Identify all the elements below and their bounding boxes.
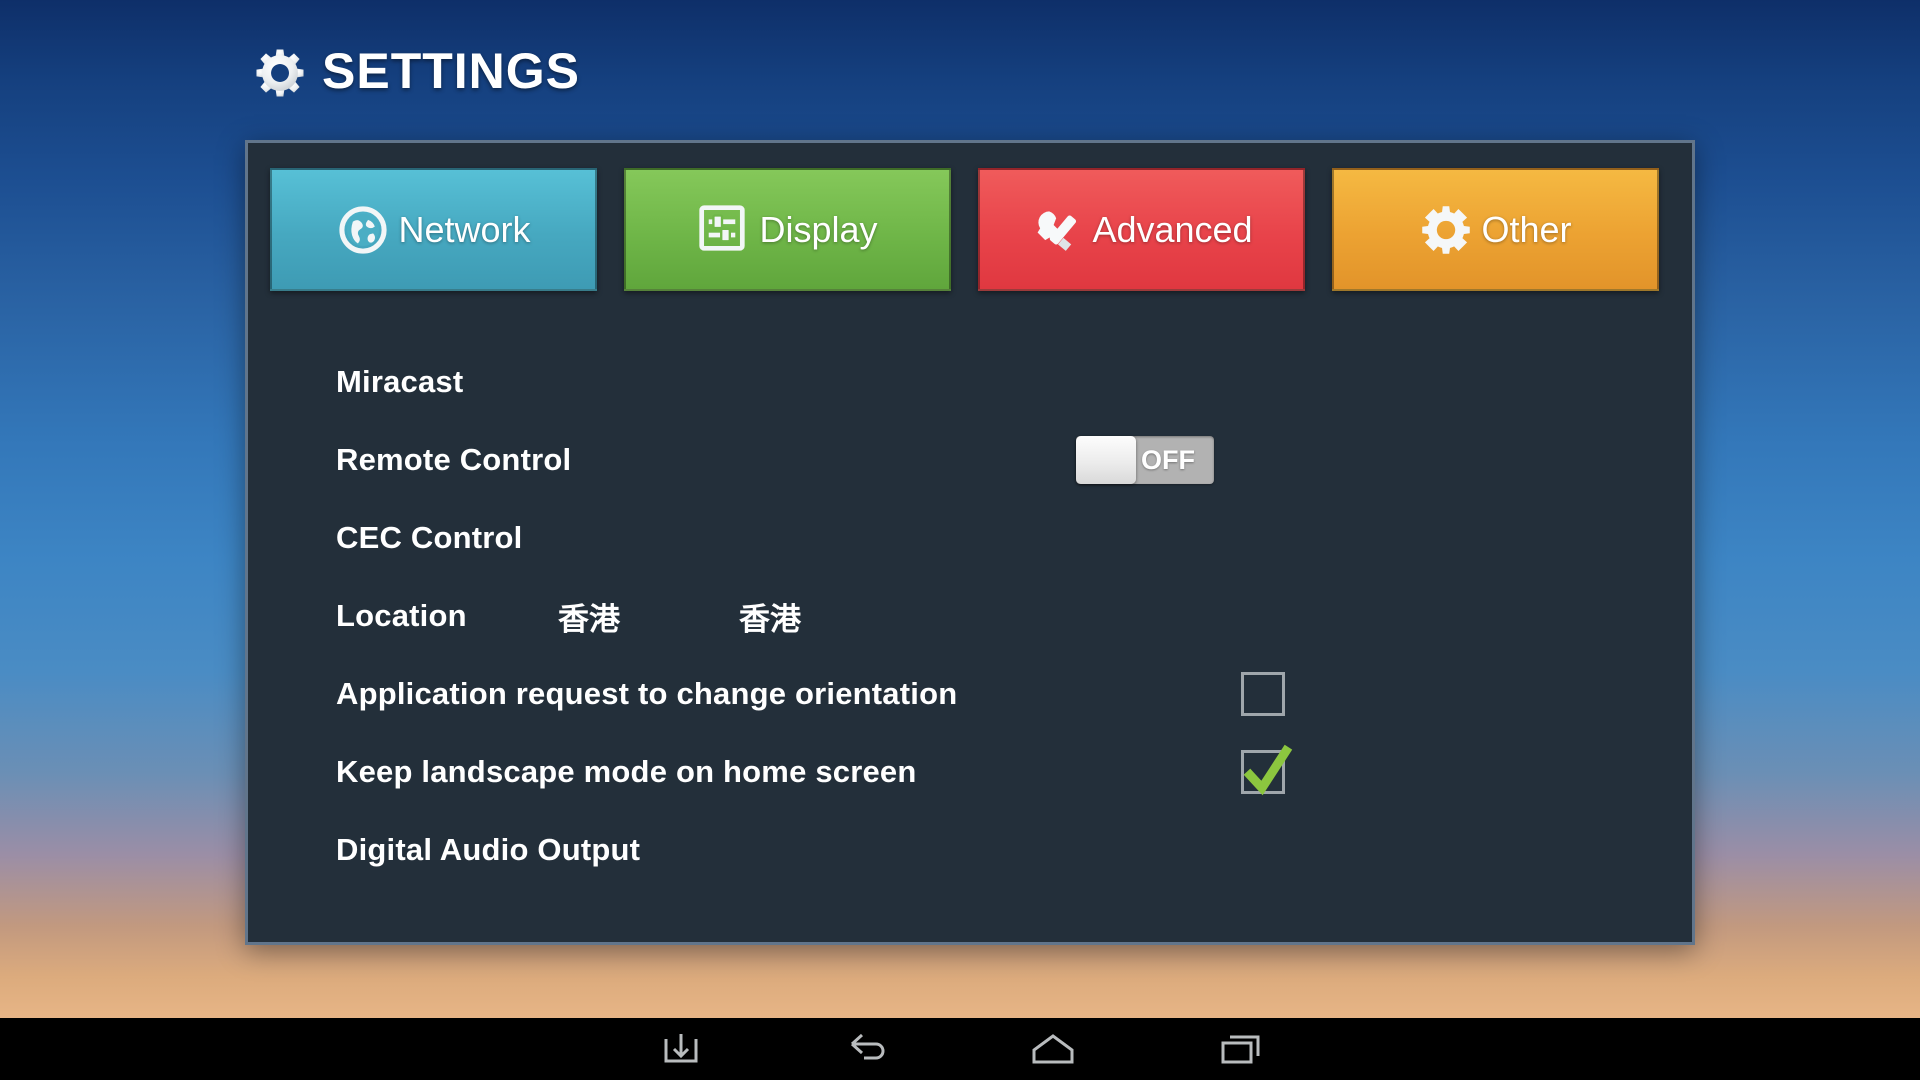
tab-other[interactable]: Other: [1332, 168, 1659, 291]
setting-row-remote-control[interactable]: Remote Control OFF: [336, 421, 1626, 499]
tab-advanced-label: Advanced: [1092, 208, 1253, 250]
setting-row-keep-landscape[interactable]: Keep landscape mode on home screen: [336, 733, 1626, 811]
screen-root: SETTINGS Network Display Advanced Other …: [0, 0, 1920, 1080]
setting-label-miracast: Miracast: [336, 364, 464, 399]
remote-control-toggle[interactable]: OFF: [1076, 436, 1214, 484]
sliders-icon: [697, 203, 751, 257]
checkmark-icon: [1243, 744, 1293, 796]
setting-label-cec-control: CEC Control: [336, 520, 523, 555]
setting-row-digital-audio-output[interactable]: Digital Audio Output: [336, 811, 1626, 889]
location-value-secondary[interactable]: 香港: [739, 594, 801, 639]
setting-label-keep-landscape: Keep landscape mode on home screen: [336, 754, 917, 789]
setting-label-app-orientation: Application request to change orientatio…: [336, 676, 958, 711]
app-orientation-checkbox[interactable]: [1241, 672, 1285, 716]
keep-landscape-checkbox[interactable]: [1241, 744, 1293, 796]
setting-row-miracast[interactable]: Miracast: [336, 343, 1626, 421]
setting-row-app-orientation[interactable]: Application request to change orientatio…: [336, 655, 1626, 733]
wrench-screwdriver-icon: [1030, 203, 1084, 257]
tab-display[interactable]: Display: [624, 168, 951, 291]
location-value-primary[interactable]: 香港: [558, 594, 620, 639]
setting-label-location: Location: [336, 598, 467, 633]
tab-advanced[interactable]: Advanced: [978, 168, 1305, 291]
toggle-state-label: OFF: [1141, 444, 1195, 475]
settings-tab-bar: Network Display Advanced Other: [270, 168, 1659, 291]
home-icon[interactable]: [1010, 1023, 1096, 1075]
gear-icon: [252, 45, 308, 101]
setting-label-remote-control: Remote Control: [336, 442, 572, 477]
tab-network[interactable]: Network: [270, 168, 597, 291]
tab-display-label: Display: [759, 208, 878, 250]
back-icon[interactable]: [825, 1023, 911, 1075]
gear-icon: [1419, 203, 1473, 257]
setting-row-cec-control[interactable]: CEC Control: [336, 499, 1626, 577]
recent-apps-icon[interactable]: [1198, 1023, 1284, 1075]
hide-keyboard-icon[interactable]: [638, 1023, 724, 1075]
tab-network-label: Network: [398, 208, 531, 250]
page-header: SETTINGS: [252, 42, 580, 100]
setting-row-location[interactable]: Location 香港 香港: [336, 577, 1626, 655]
toggle-thumb: [1076, 436, 1136, 484]
settings-panel: Network Display Advanced Other Miracast …: [245, 140, 1920, 1080]
page-title: SETTINGS: [322, 43, 581, 99]
tab-other-label: Other: [1481, 208, 1572, 250]
setting-label-digital-audio-output: Digital Audio Output: [336, 832, 641, 867]
globe-icon: [336, 203, 390, 257]
settings-list: Miracast Remote Control OFF CEC Control …: [336, 343, 1626, 889]
android-navigation-bar: [0, 1018, 1920, 1080]
